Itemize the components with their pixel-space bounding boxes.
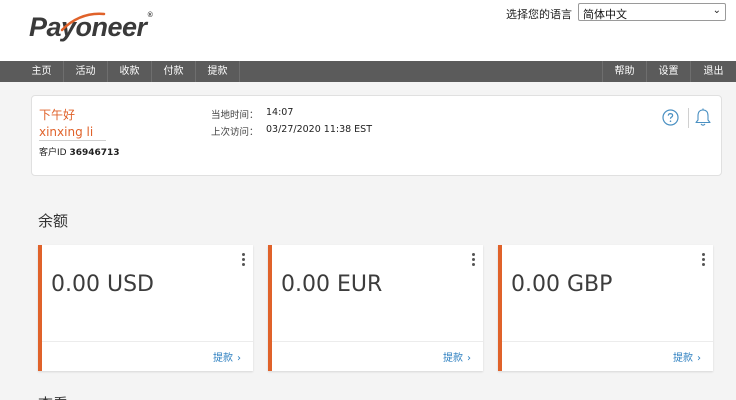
language-label: 选择您的语言 [506,8,572,21]
chevron-right-icon: › [467,353,471,364]
balance-card-eur: 0.00 EUR 提款 › [268,245,483,371]
nav-item-pay[interactable]: 付款 [152,61,196,82]
withdraw-label: 提款 [213,353,233,364]
client-id: 客户ID 36946713 [39,145,120,158]
balance-card-gbp: 0.00 GBP 提款 › [498,245,713,371]
balances-title: 余额 [38,212,69,230]
withdraw-label: 提款 [673,353,693,364]
local-time-value: 14:07 [266,107,294,118]
withdraw-link[interactable]: 提款 › [673,349,701,364]
more-options-icon[interactable] [471,253,476,267]
language-select[interactable]: 简体中文 ⌄ [578,3,726,21]
last-visit-value: 03/27/2020 11:38 EST [266,124,373,135]
withdraw-link[interactable]: 提款 › [213,349,241,364]
withdraw-link[interactable]: 提款 › [443,349,471,364]
local-time-label: 当地时间： [211,110,259,121]
language-select-value: 简体中文 [583,8,627,21]
nav-item-receive[interactable]: 收款 [108,61,152,82]
card-divider [502,341,713,342]
bell-icon[interactable] [694,108,712,127]
logo-swoosh-icon [60,12,106,32]
balance-amount: 0.00 USD [51,272,154,297]
username: xinxing li [39,125,94,139]
next-section-title: 查看 [38,393,68,400]
withdraw-label: 提款 [443,353,463,364]
card-divider [272,341,483,342]
client-id-label: 客户ID [39,148,67,158]
chevron-down-icon: ⌄ [712,5,721,16]
last-visit-label: 上次访问： [211,127,259,138]
balance-amount: 0.00 GBP [511,272,613,297]
nav-item-help[interactable]: 帮助 [602,61,646,82]
nav-item-home[interactable]: 主页 [20,61,64,82]
card-divider [42,341,253,342]
more-options-icon[interactable] [701,253,706,267]
greeting: 下午好 [39,108,76,122]
help-icon[interactable] [662,109,679,126]
client-id-value: 36946713 [69,148,120,158]
nav-item-logout[interactable]: 退出 [690,61,736,82]
balance-amount: 0.00 EUR [281,272,383,297]
more-options-icon[interactable] [241,253,246,267]
nav-item-withdraw[interactable]: 提款 [196,61,240,82]
nav-item-settings[interactable]: 设置 [646,61,690,82]
nav-item-activity[interactable]: 活动 [64,61,108,82]
username-underline [39,140,106,141]
chevron-right-icon: › [697,353,701,364]
main-nav: 主页 活动 收款 付款 提款 帮助 设置 退出 [0,61,736,82]
chevron-right-icon: › [237,353,241,364]
balance-card-usd: 0.00 USD 提款 › [38,245,253,371]
icon-divider [688,108,689,128]
account-info-card: 下午好 xinxing li 客户ID 36946713 当地时间： 14:07… [31,95,722,176]
header: Payoneer® 选择您的语言 简体中文 ⌄ [0,0,736,61]
